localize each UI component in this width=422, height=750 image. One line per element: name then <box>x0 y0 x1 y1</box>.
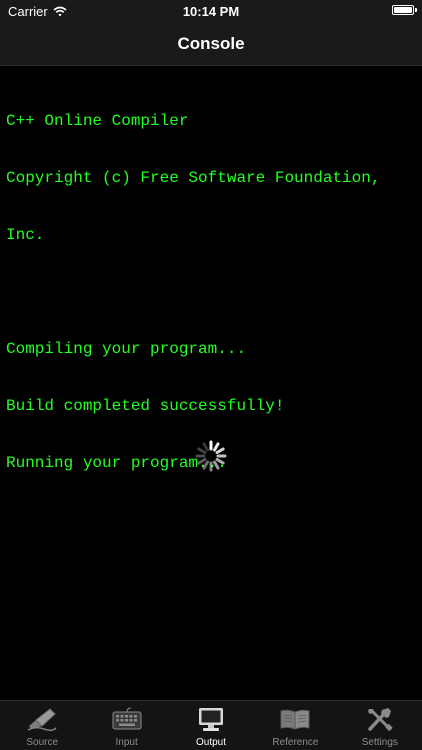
loading-spinner-icon <box>195 440 227 472</box>
monitor-icon <box>199 708 224 731</box>
tab-output[interactable]: Output <box>169 701 253 750</box>
navigation-bar: Console <box>0 22 422 66</box>
console-line: Compiling your program... <box>6 340 247 358</box>
tools-icon <box>368 708 393 731</box>
page-title: Console <box>177 34 245 53</box>
tab-label: Settings <box>361 737 398 748</box>
tab-label: Input <box>115 737 138 748</box>
console-output: C++ Online Compiler Copyright (c) Free S… <box>6 74 416 492</box>
tab-label: Reference <box>272 737 319 748</box>
console-line: Copyright (c) Free Software Foundation, <box>6 169 381 187</box>
tab-reference[interactable]: Reference <box>253 701 337 750</box>
tab-label: Output <box>196 737 227 748</box>
tab-settings[interactable]: Settings <box>338 701 422 750</box>
console-line: C++ Online Compiler <box>6 112 189 130</box>
tab-input[interactable]: Input <box>84 701 168 750</box>
console-line: Inc. <box>6 226 45 244</box>
status-time: 10:14 PM <box>182 4 240 19</box>
pen-icon <box>27 708 57 731</box>
tab-bar: Source Input Output Reference Settings <box>0 700 422 750</box>
tab-label: Source <box>26 737 59 748</box>
keyboard-icon <box>112 707 142 730</box>
book-icon <box>280 709 310 730</box>
tab-source[interactable]: Source <box>0 701 84 750</box>
console-line: Build completed successfully! <box>6 397 285 415</box>
status-bar: Carrier 10:14 PM <box>0 0 422 22</box>
battery-icon <box>392 5 417 15</box>
